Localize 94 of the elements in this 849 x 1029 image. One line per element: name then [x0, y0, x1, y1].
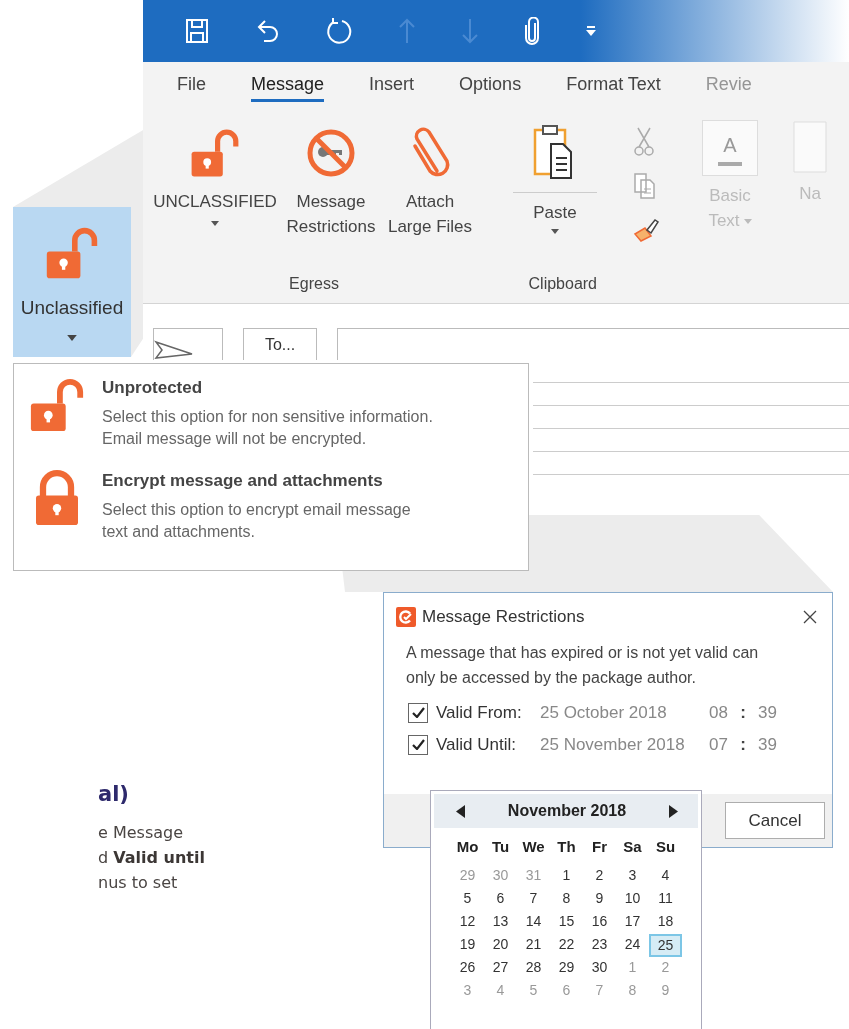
weekday-label: Sa — [622, 838, 643, 857]
weekday-label: Mo — [455, 838, 480, 857]
calendar-day[interactable]: 2 — [583, 865, 616, 888]
text-style-icon: A — [702, 120, 758, 176]
hour-field[interactable]: 08 — [700, 702, 728, 723]
checkmark-icon — [411, 739, 425, 751]
calendar-day[interactable]: 19 — [451, 934, 484, 957]
option-description: Select this option to encrypt email message text and attachments. — [102, 499, 411, 543]
weekday-label: We — [521, 838, 546, 857]
send-button[interactable] — [153, 328, 223, 360]
calendar-day[interactable]: 21 — [517, 934, 550, 957]
checkmark-icon — [411, 707, 425, 719]
month-title: November 2018 — [507, 802, 627, 820]
calendar-day[interactable]: 4 — [649, 865, 682, 888]
open-padlock-icon — [44, 225, 100, 281]
calendar-day[interactable]: 14 — [517, 911, 550, 934]
redo-icon[interactable] — [325, 17, 353, 45]
weekday-label: Tu — [490, 838, 511, 857]
calendar-day[interactable]: 9 — [583, 888, 616, 911]
calendar-day[interactable]: 3 — [616, 865, 649, 888]
calendar-day[interactable]: 8 — [550, 888, 583, 911]
close-icon[interactable] — [802, 609, 818, 625]
calendar-day[interactable]: 10 — [616, 888, 649, 911]
weekday-label: Su — [654, 838, 677, 857]
calendar-day[interactable]: 22 — [550, 934, 583, 957]
checkbox[interactable] — [408, 702, 428, 723]
body-text: d Valid until — [98, 847, 205, 869]
cancel-button[interactable]: Cancel — [725, 802, 825, 839]
minute-field[interactable]: 39 — [758, 702, 777, 723]
previous-month-icon[interactable] — [456, 804, 465, 818]
calendar-day[interactable]: 11 — [649, 888, 682, 911]
calendar-day[interactable]: 30 — [583, 957, 616, 980]
ribbon-tab[interactable]: Format Text — [566, 68, 661, 102]
minute-field[interactable]: 39 — [758, 734, 777, 755]
calendar-day[interactable]: 1 — [550, 865, 583, 888]
calendar-day[interactable]: 26 — [451, 957, 484, 980]
classification-button[interactable]: Unclassified — [13, 207, 131, 357]
body-text: e Message — [98, 822, 185, 844]
ribbon-tab[interactable]: Message — [251, 68, 325, 102]
paste-button[interactable]: Paste — [503, 120, 607, 269]
recipient-field[interactable] — [337, 328, 849, 360]
ribbon-tab[interactable]: File — [177, 68, 206, 102]
calendar-day[interactable]: 12 — [451, 911, 484, 934]
dialog-title: Message Restrictions — [422, 607, 585, 627]
calendar-day[interactable]: 6 — [484, 888, 517, 911]
calendar-day[interactable]: 25 — [649, 934, 682, 957]
menu-option[interactable]: Unprotected Select this option for non sensitive information. Email message will not be encrypted. — [22, 376, 520, 451]
calendar-day[interactable]: 5 — [451, 888, 484, 911]
weekday-label: Th — [556, 838, 577, 857]
calendar-day[interactable]: 16 — [583, 911, 616, 934]
ribbon-button[interactable]: UNCLASSIFIED — [151, 120, 279, 228]
calendar-day[interactable]: 27 — [484, 957, 517, 980]
send-icon — [154, 340, 194, 360]
field-label: Valid From: — [436, 702, 523, 723]
no-key-icon[interactable] — [306, 128, 356, 178]
date-field[interactable]: 25 November 2018 — [540, 734, 700, 755]
ribbon-button[interactable]: Attach Large Files — [383, 120, 477, 242]
group-label: Clipboard — [528, 274, 597, 294]
time-separator: : — [739, 702, 747, 723]
calendar-day[interactable]: 20 — [484, 934, 517, 957]
calendar-day[interactable]: 13 — [484, 911, 517, 934]
paintbrush-icon[interactable] — [633, 216, 661, 242]
customize-icon[interactable] — [585, 25, 597, 37]
option-title: Unprotected — [102, 378, 204, 398]
body-text: nus to set — [98, 872, 179, 894]
menu-option[interactable]: Encrypt message and attachments Select this option to encrypt email message text and attachments. — [22, 468, 520, 544]
calendar-day[interactable]: 18 — [649, 911, 682, 934]
save-icon[interactable] — [185, 18, 209, 44]
calendar-day[interactable]: 7 — [517, 888, 550, 911]
calendar-day[interactable]: 17 — [616, 911, 649, 934]
calendar-day[interactable]: 24 — [616, 934, 649, 957]
paperclip-icon[interactable] — [524, 17, 540, 45]
section-heading: al) — [98, 782, 130, 806]
weekday-label: Fr — [591, 838, 608, 857]
dialog-message: A message that has expired or is not yet valid can only be accessed by the package author. — [405, 643, 760, 688]
calendar-day[interactable]: 15 — [550, 911, 583, 934]
ribbon-button[interactable]: Message Restrictions — [281, 120, 381, 242]
date-field[interactable]: 25 October 2018 — [540, 702, 700, 723]
option-title: Encrypt message and attachments — [102, 470, 384, 491]
checkbox[interactable] — [408, 734, 428, 755]
ribbon-tab[interactable]: Options — [459, 68, 522, 102]
ribbon-tab[interactable]: Insert — [369, 68, 415, 102]
hour-field[interactable]: 07 — [700, 734, 728, 755]
option-description: Select this option for non sensitive information. Email message will not be encrypted. — [102, 407, 433, 450]
group-label: Egress — [289, 274, 339, 294]
open-padlock-icon — [189, 127, 241, 179]
app-logo-icon — [396, 607, 416, 627]
calendar-day[interactable]: 29 — [550, 957, 583, 980]
time-separator: : — [739, 734, 747, 755]
next-month-icon[interactable] — [669, 804, 678, 818]
to-button[interactable]: To... — [243, 328, 317, 360]
field-label: Valid Until: — [436, 734, 517, 755]
calendar-day[interactable]: 28 — [517, 957, 550, 980]
calendar-day[interactable]: 23 — [583, 934, 616, 957]
